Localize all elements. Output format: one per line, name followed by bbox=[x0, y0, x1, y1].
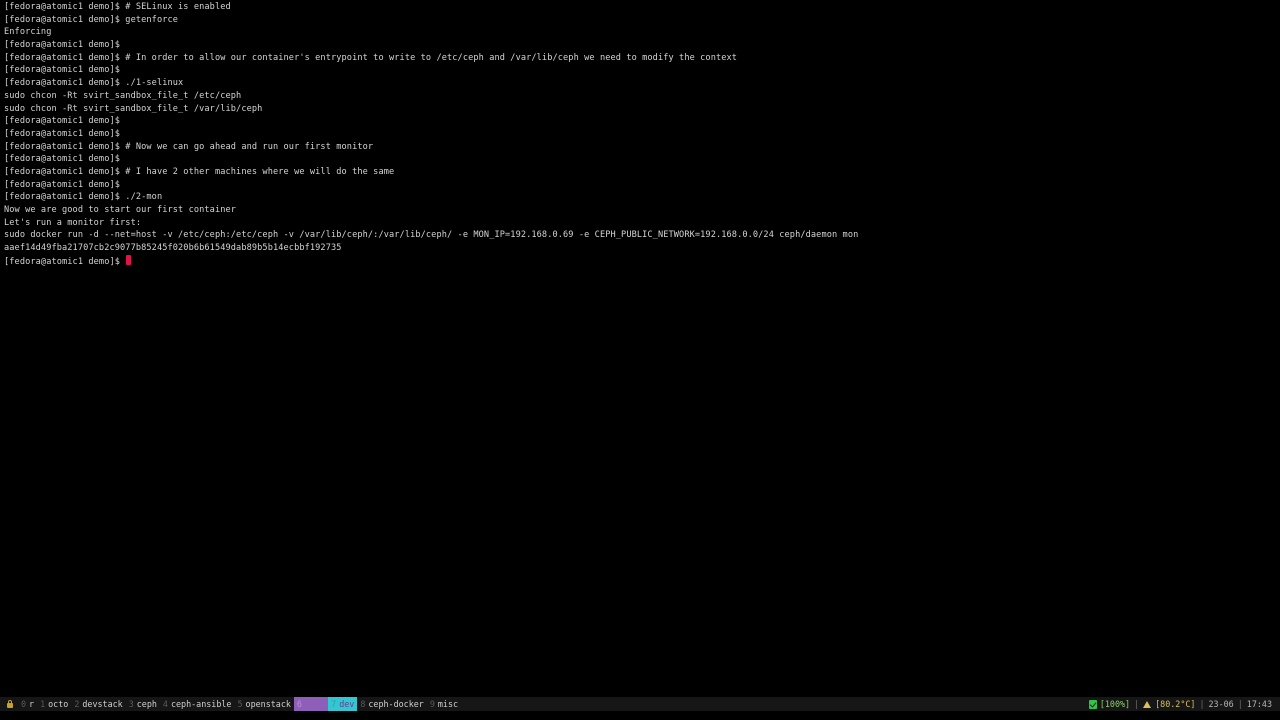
terminal-output: [fedora@atomic1 demo]$ # SELinux is enab… bbox=[4, 1, 1274, 267]
workspace-2[interactable]: 2 devstack bbox=[71, 697, 125, 711]
workspace-number: 8 bbox=[360, 699, 366, 709]
temperature-icon bbox=[1143, 700, 1152, 709]
status-clock: 17:43 bbox=[1246, 699, 1272, 709]
terminal-line: [fedora@atomic1 demo]$ # In order to all… bbox=[4, 52, 738, 63]
workspace-number: 1 bbox=[40, 699, 46, 709]
workspace-label: ceph-ansible bbox=[170, 699, 232, 709]
battery-icon bbox=[1088, 699, 1097, 709]
status-bar: 0r 1 octo 2 devstack 3 ceph 4 ceph-ansible 5… bbox=[0, 697, 1280, 711]
workspace-number: 7 bbox=[331, 699, 337, 709]
terminal-line: [fedora@atomic1 demo]$ getenforce bbox=[4, 14, 179, 25]
terminal-line: [fedora@atomic1 demo]$ bbox=[4, 154, 121, 165]
workspace-number: 3 bbox=[128, 699, 134, 709]
status-indicators: [100%] | [80.2°C] | 23-06 | 17:43 bbox=[1088, 697, 1280, 711]
terminal-line: [fedora@atomic1 demo]$ bbox=[4, 179, 121, 190]
workspace-number: 6 bbox=[296, 699, 302, 709]
workspace-6[interactable]: 6 test bbox=[293, 697, 329, 711]
terminal-line: [fedora@atomic1 demo]$ bbox=[4, 40, 121, 51]
workspace-number: 0 bbox=[21, 699, 27, 709]
workspace-7[interactable]: 7 dev bbox=[328, 697, 358, 711]
workspace-label: devstack bbox=[82, 699, 123, 709]
terminal-line: Now we are good to start our first conta… bbox=[4, 205, 237, 215]
workspace-number: 2 bbox=[74, 699, 80, 709]
terminal-line: sudo docker run -d --net=host -v /etc/ce… bbox=[4, 230, 859, 241]
workspace-0[interactable]: 0r bbox=[18, 697, 37, 711]
terminal-line: Enforcing bbox=[4, 27, 52, 38]
workspace-5[interactable]: 5 openstack bbox=[234, 697, 293, 711]
workspace-3[interactable]: 3 ceph bbox=[126, 697, 160, 711]
terminal-line: [fedora@atomic1 demo]$ # I have 2 other … bbox=[4, 166, 395, 177]
terminal-line: [fedora@atomic1 demo]$ bbox=[4, 65, 121, 76]
workspace-label: openstack bbox=[245, 699, 291, 709]
terminal-prompt: [fedora@atomic1 demo]$ bbox=[4, 256, 126, 267]
battery-level: [100%] bbox=[1099, 699, 1131, 709]
status-separator: | bbox=[1237, 699, 1243, 709]
workspace-label: test bbox=[304, 699, 326, 709]
status-date: 23-06 bbox=[1208, 699, 1234, 709]
workspace-label: r bbox=[29, 699, 35, 709]
terminal-line: [fedora@atomic1 demo]$ bbox=[4, 116, 121, 127]
terminal-window[interactable]: [fedora@atomic1 demo]$ # SELinux is enab… bbox=[0, 0, 1280, 697]
workspace-number: 9 bbox=[429, 699, 435, 709]
workspace-4[interactable]: 4 ceph-ansible bbox=[160, 697, 235, 711]
cpu-temperature: [80.2°C] bbox=[1155, 699, 1196, 709]
workspace-label: ceph bbox=[136, 699, 157, 709]
terminal-line: sudo chcon -Rt svirt_sandbox_file_t /var… bbox=[4, 103, 263, 114]
workspace-label: ceph-docker bbox=[368, 699, 424, 709]
workspace-label: octo bbox=[48, 699, 69, 709]
status-separator: | bbox=[1134, 699, 1140, 709]
lock-icon bbox=[6, 697, 14, 711]
screen-bottom-edge bbox=[0, 711, 1280, 720]
terminal-line: aaef14d49fba21707cb2c9077b85245f020b6b61… bbox=[4, 243, 342, 254]
terminal-line: [fedora@atomic1 demo]$ bbox=[4, 128, 121, 139]
workspace-list: 0r 1 octo 2 devstack 3 ceph 4 ceph-ansible 5… bbox=[0, 697, 461, 711]
text-cursor bbox=[126, 254, 132, 265]
terminal-line: [fedora@atomic1 demo]$ ./1-selinux bbox=[4, 78, 184, 89]
terminal-line: [fedora@atomic1 demo]$ ./2-mon bbox=[4, 192, 163, 203]
terminal-line: [fedora@atomic1 demo]$ # Now we can go a… bbox=[4, 141, 374, 152]
workspace-label: dev bbox=[339, 699, 355, 709]
terminal-line: [fedora@atomic1 demo]$ # SELinux is enab… bbox=[4, 2, 231, 12]
workspace-9[interactable]: 9 misc bbox=[427, 697, 461, 711]
terminal-line: sudo chcon -Rt svirt_sandbox_file_t /etc… bbox=[4, 90, 242, 101]
workspace-8[interactable]: 8 ceph-docker bbox=[357, 697, 427, 711]
workspace-label: misc bbox=[437, 699, 459, 709]
workspace-1[interactable]: 1 octo bbox=[37, 697, 71, 711]
terminal-prompt-line[interactable]: [fedora@atomic1 demo]$ bbox=[4, 254, 1274, 268]
status-separator: | bbox=[1199, 699, 1205, 709]
workspace-number: 5 bbox=[237, 699, 243, 709]
terminal-line: Let's run a monitor first: bbox=[4, 217, 142, 228]
workspace-number: 4 bbox=[162, 699, 168, 709]
